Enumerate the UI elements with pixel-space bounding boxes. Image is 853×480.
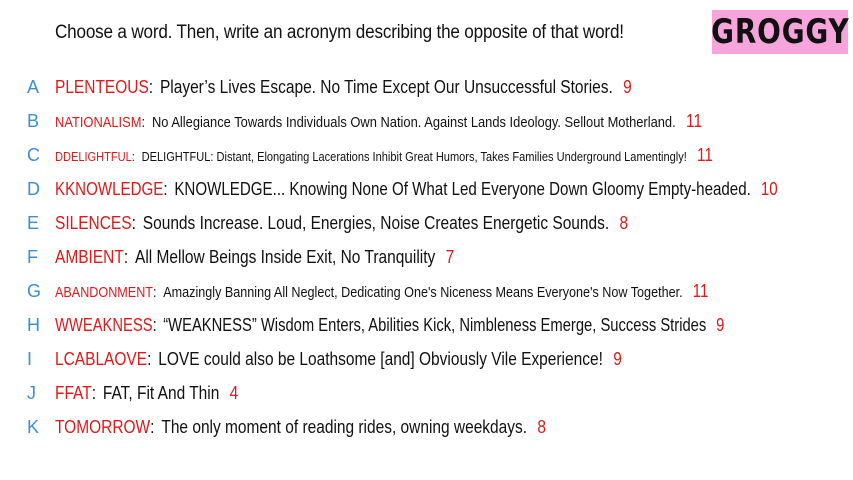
entry-acronym: Sounds Increase. Loud, Energies, Noise C…: [142, 212, 610, 233]
entry-count: 11: [697, 144, 713, 165]
entry-content: SILENCES: Sounds Increase. Loud, Energie…: [55, 212, 629, 233]
prompt-text: Choose a word. Then, write an acronym de…: [55, 22, 624, 43]
entry-content: DDELIGHTFUL: DELIGHTFUL: Distant, Elonga…: [55, 144, 713, 165]
entry-letter: F: [27, 246, 38, 267]
entry-letter: K: [27, 416, 40, 437]
entry-content: PLENTEOUS: Player’s Lives Escape. No Tim…: [55, 76, 632, 97]
entry-acronym: KNOWLEDGE... Knowing None Of What Led Ev…: [174, 178, 751, 199]
entry-acronym: Player’s Lives Escape. No Time Except Ou…: [159, 76, 613, 97]
entry-word: PLENTEOUS: [55, 76, 149, 97]
entry-count: 9: [623, 76, 632, 97]
entry-content: LCABLAOVE: LOVE could also be Loathsome …: [55, 348, 622, 369]
entry-word: AMBIENT: [55, 246, 124, 267]
entry-count: 4: [229, 382, 239, 403]
entry-word: DDELIGHTFUL: [55, 148, 132, 164]
entry-word: KKNOWLEDGE: [55, 178, 164, 199]
entry-acronym: DELIGHTFUL: Distant, Elongating Lacerati…: [141, 148, 687, 164]
entry-word: TOMORROW: [55, 416, 151, 437]
entry-word: NATIONALISM: [55, 113, 142, 131]
entry-count: 8: [537, 416, 546, 437]
entry-content: NATIONALISM: No Allegiance Towards Indiv…: [55, 110, 703, 131]
entry-content: AMBIENT: All Mellow Beings Inside Exit, …: [55, 246, 455, 267]
entry-content: FFAT: FAT, Fit And Thin 4: [55, 382, 239, 403]
entry-content: ABANDONMENT: Amazingly Banning All Negle…: [55, 280, 709, 301]
entry-content: TOMORROW: The only moment of reading rid…: [55, 416, 546, 437]
entry-count: 9: [716, 314, 725, 335]
groggy-badge: GROGGY: [710, 10, 850, 54]
entry-letter: C: [27, 144, 40, 165]
badge-label: GROGGY: [710, 12, 850, 52]
entry-word: WWEAKNESS: [55, 314, 153, 335]
entry-count: 8: [619, 212, 629, 233]
entry-letter: G: [27, 280, 42, 301]
entry-letter: J: [27, 382, 36, 403]
entry-letter: D: [27, 178, 40, 199]
entry-count: 10: [760, 178, 778, 199]
entry-letter: E: [27, 212, 40, 233]
entry-count: 11: [686, 110, 703, 131]
entry-word: FFAT: [55, 382, 92, 403]
entry-word: ABANDONMENT: [55, 283, 154, 301]
entry-acronym: No Allegiance Towards Individuals Own Na…: [151, 113, 676, 131]
entry-count: 11: [692, 280, 709, 301]
entry-acronym: Amazingly Banning All Neglect, Dedicatin…: [163, 283, 683, 301]
entry-acronym: “WEAKNESS” Wisdom Enters, Abilities Kick…: [163, 314, 707, 335]
entry-letter: B: [27, 110, 40, 131]
entry-letter: H: [27, 314, 40, 335]
entry-acronym: FAT, Fit And Thin: [102, 382, 220, 403]
entry-count: 9: [613, 348, 622, 369]
entry-count: 7: [445, 246, 455, 267]
entry-letter: I: [27, 348, 33, 369]
entry-content: KKNOWLEDGE: KNOWLEDGE... Knowing None Of…: [55, 178, 778, 199]
entry-content: WWEAKNESS: “WEAKNESS” Wisdom Enters, Abi…: [55, 314, 725, 335]
entry-acronym: All Mellow Beings Inside Exit, No Tranqu…: [135, 246, 436, 267]
entry-letter: A: [27, 76, 40, 97]
entry-acronym: The only moment of reading rides, owning…: [161, 416, 528, 437]
entry-word: SILENCES: [55, 212, 132, 233]
entry-word: LCABLAOVE: [55, 348, 148, 369]
entry-acronym: LOVE could also be Loathsome [and] Obvio…: [158, 348, 603, 369]
